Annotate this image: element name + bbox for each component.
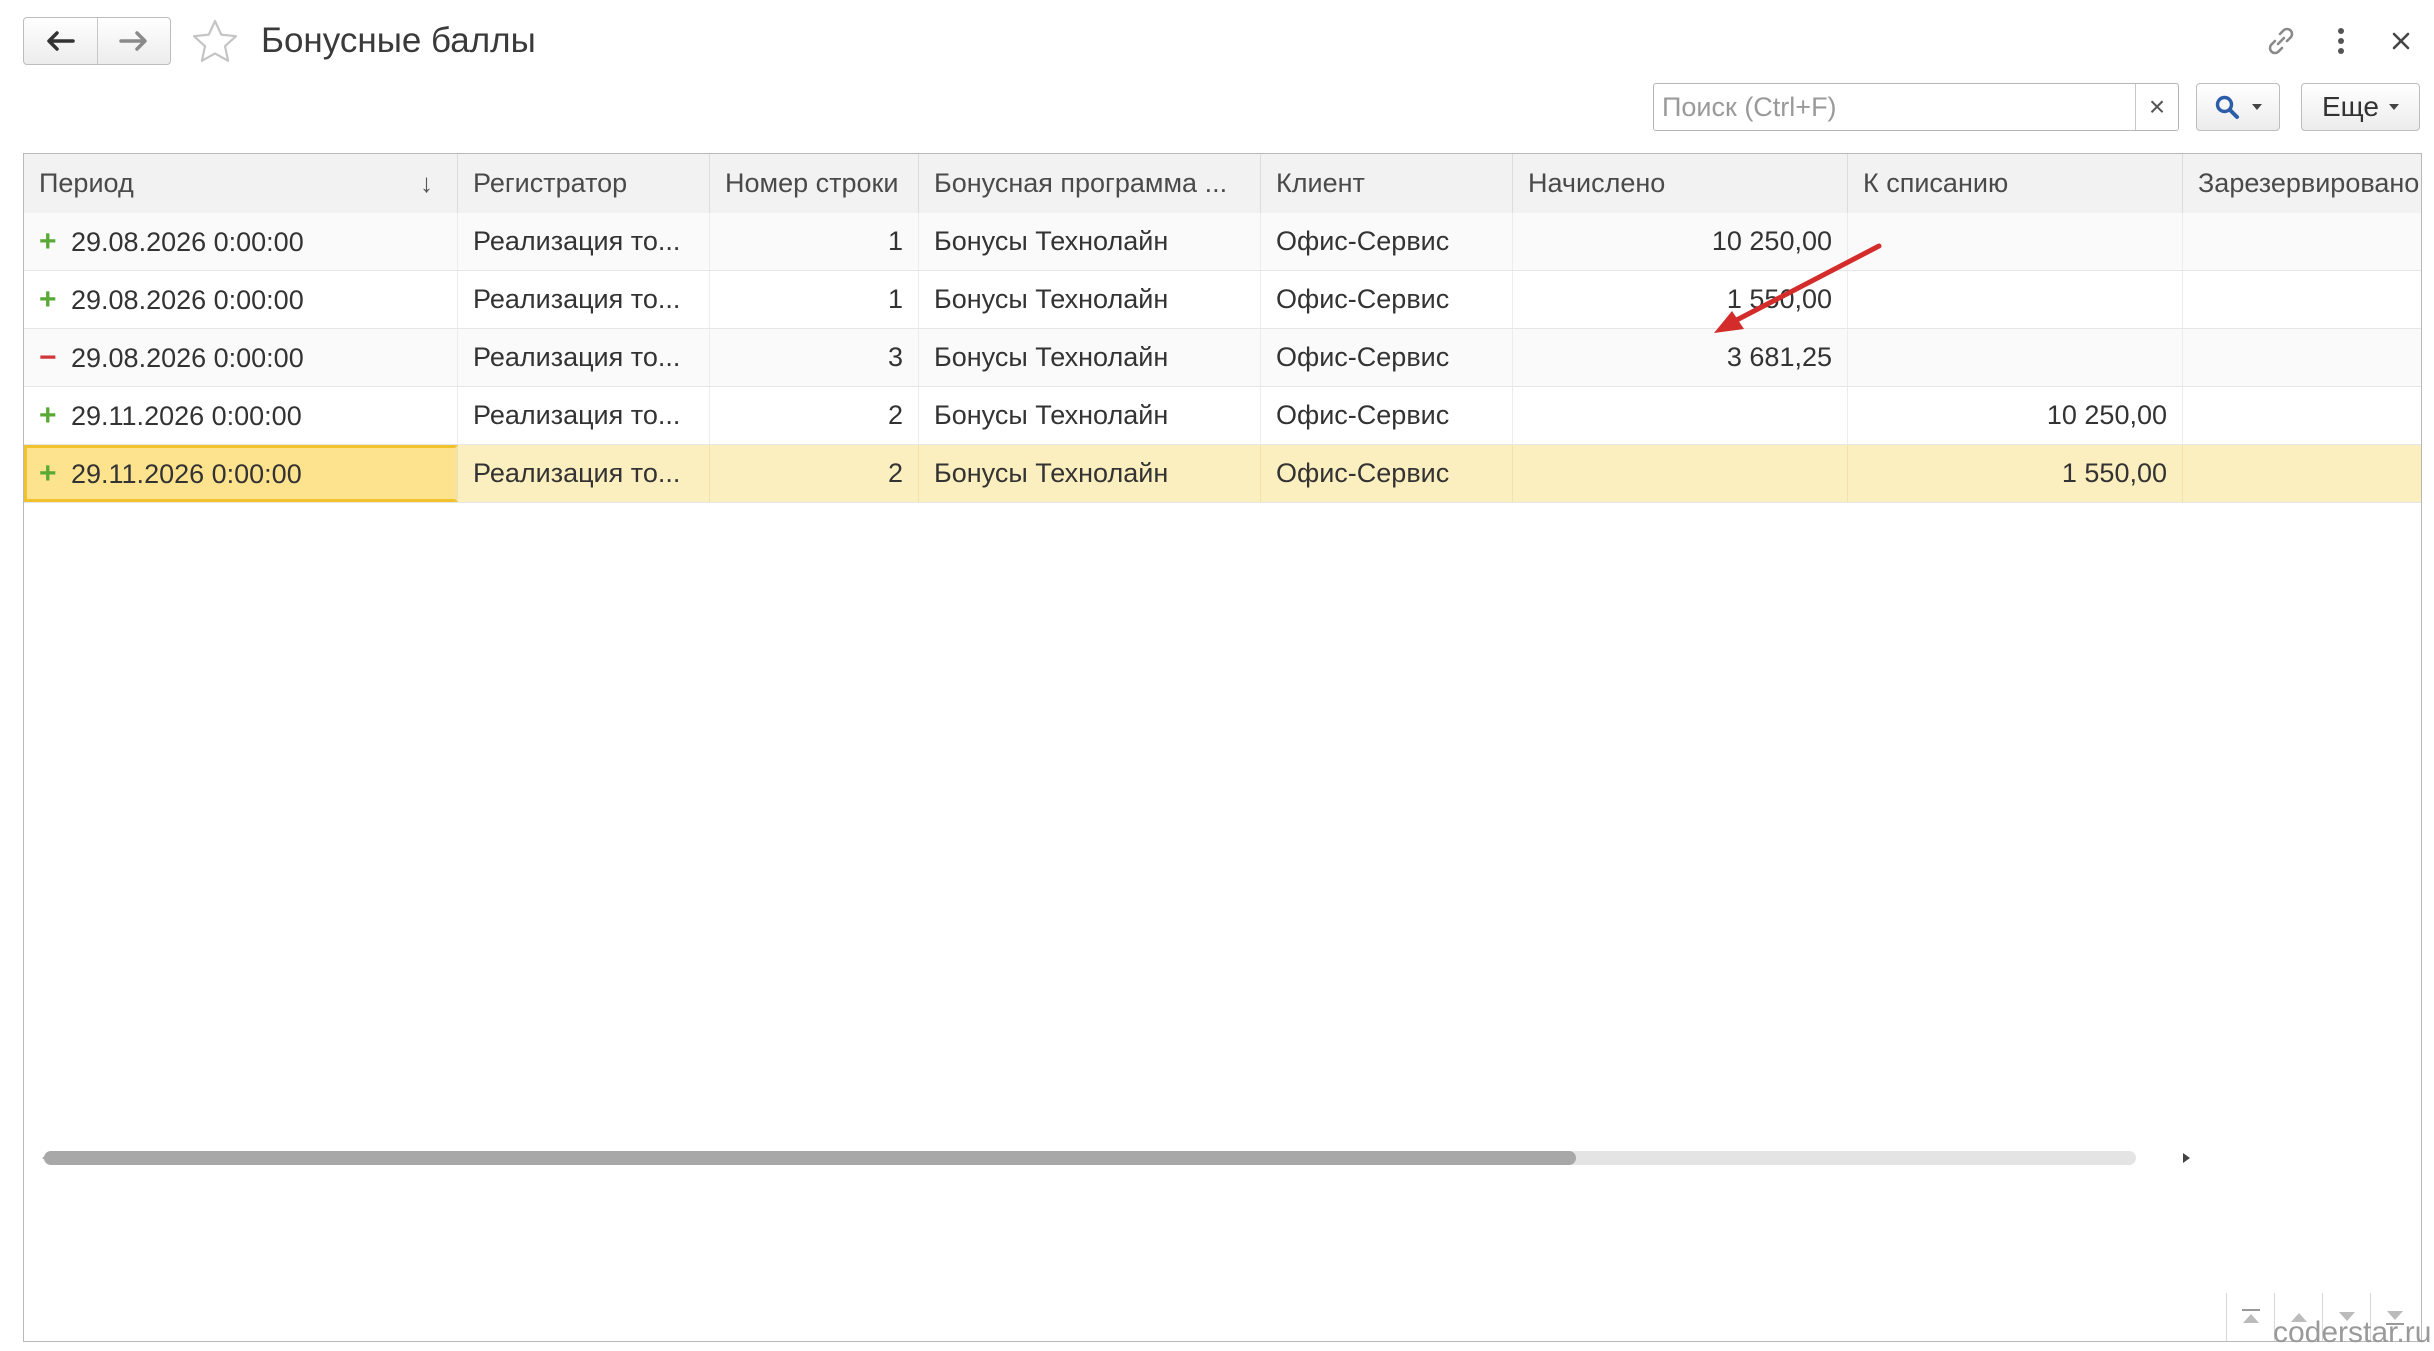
close-window-button[interactable] — [2380, 20, 2422, 62]
more-button-label: Еще — [2322, 91, 2379, 122]
horizontal-scrollbar[interactable] — [44, 1151, 2136, 1165]
back-button[interactable] — [24, 18, 97, 64]
scrollbar-thumb[interactable] — [44, 1151, 1576, 1165]
search-box: × — [1653, 83, 2179, 131]
more-actions-button[interactable] — [2320, 20, 2362, 62]
close-icon: × — [2148, 91, 2166, 122]
kebab-menu-icon — [2338, 28, 2344, 54]
search-input[interactable] — [1654, 84, 2134, 130]
watermark: coderstar.ru — [2273, 1316, 2432, 1349]
page-title: Бонусные баллы — [261, 21, 536, 60]
chevron-down-icon — [2388, 104, 2399, 110]
arrow-right-icon — [119, 31, 147, 51]
copy-link-button[interactable] — [2260, 20, 2302, 62]
forward-button[interactable] — [96, 18, 171, 64]
search-button[interactable] — [2196, 83, 2280, 131]
goto-first-button[interactable] — [2226, 1293, 2274, 1341]
chevron-down-icon — [2252, 104, 2262, 110]
star-icon — [192, 19, 238, 62]
favorite-button[interactable] — [190, 17, 240, 67]
magnifier-icon — [2215, 95, 2239, 119]
triangle-right-icon — [2183, 1153, 2190, 1163]
more-button[interactable]: Еще — [2301, 83, 2420, 131]
goto-first-icon — [2241, 1309, 2260, 1323]
search-clear-button[interactable]: × — [2135, 84, 2178, 130]
history-nav — [23, 17, 171, 65]
close-icon — [2392, 32, 2410, 50]
arrow-left-icon — [47, 31, 75, 51]
link-icon — [2268, 27, 2294, 55]
scroll-right-button[interactable] — [2178, 1150, 2194, 1166]
